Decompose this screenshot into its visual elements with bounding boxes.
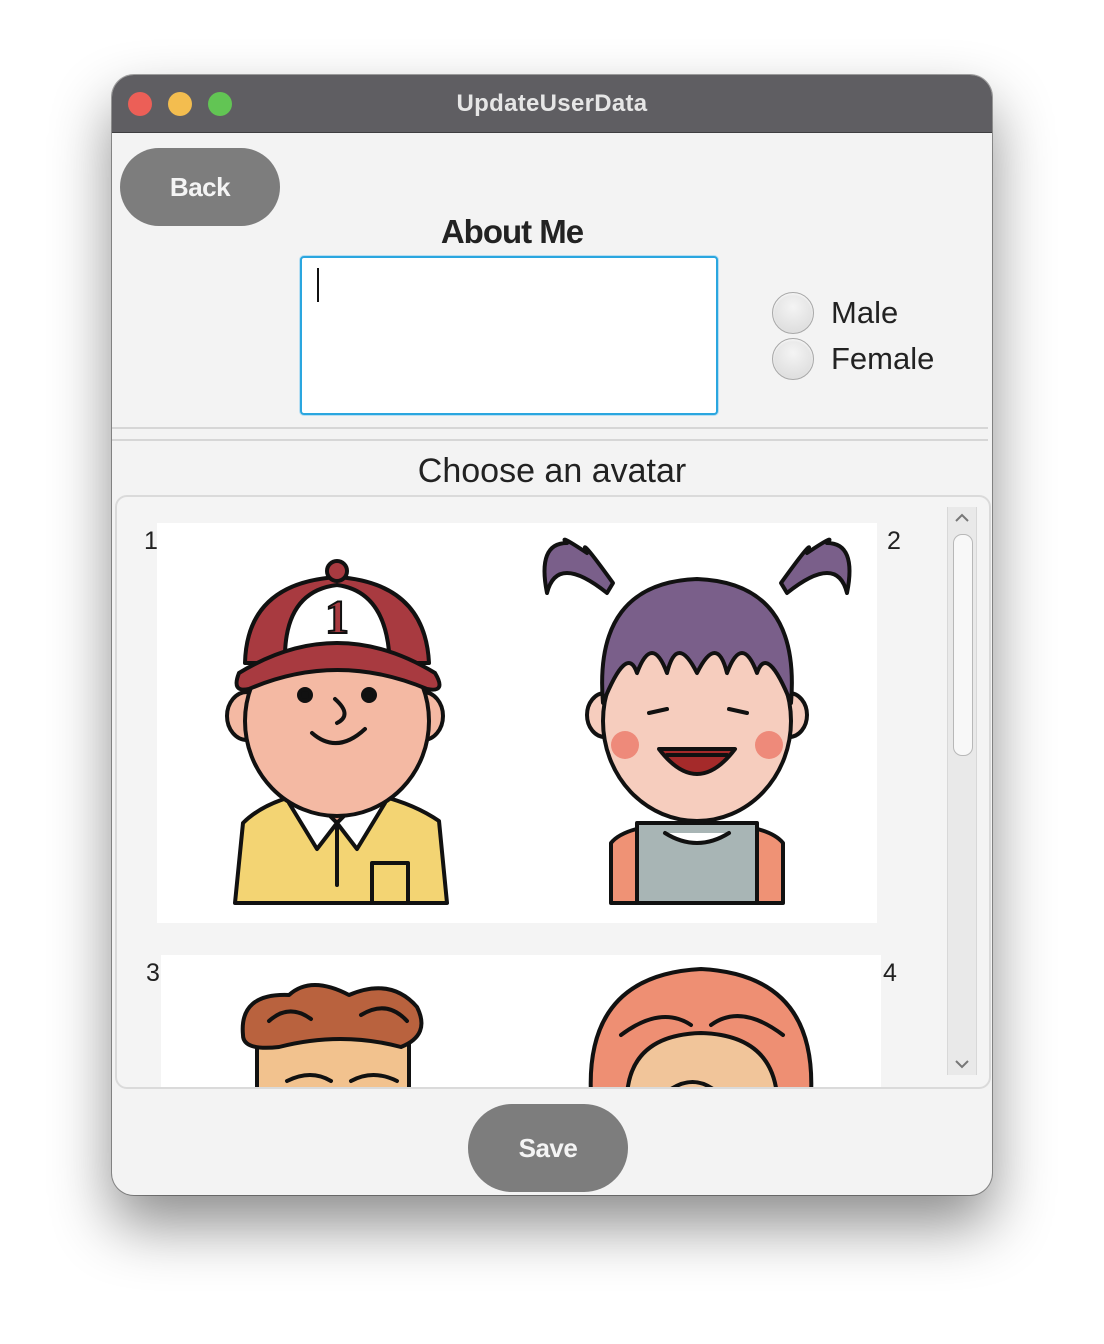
update-user-data-window: UpdateUserData Back About Me Male Female…: [112, 75, 992, 1195]
choose-avatar-heading: Choose an avatar: [417, 452, 687, 490]
scroll-up-arrow-icon[interactable]: [954, 511, 970, 525]
avatar-row-1: 1: [157, 523, 877, 923]
back-button[interactable]: Back: [120, 148, 280, 226]
avatar-girl-red-hair-image[interactable]: [521, 955, 881, 1087]
text-caret: [317, 268, 319, 302]
scroll-down-arrow-icon[interactable]: [954, 1057, 970, 1071]
avatar-row-2: [161, 955, 881, 1087]
svg-text:1: 1: [325, 591, 349, 644]
avatar-boy-cap-image[interactable]: 1: [157, 523, 517, 923]
about-me-label: About Me: [440, 213, 584, 250]
radio-male-label: Male: [831, 295, 899, 330]
avatar-boy-curly-image[interactable]: [161, 955, 521, 1087]
avatar-number-1: 1: [144, 527, 158, 555]
radio-female[interactable]: Female: [772, 338, 934, 380]
avatar-girl-pigtails-image[interactable]: [517, 523, 877, 923]
scrollbar-thumb[interactable]: [953, 534, 973, 756]
radio-female-circle[interactable]: [772, 338, 814, 380]
window-title: UpdateUserData: [456, 90, 648, 117]
avatar-number-4: 4: [883, 959, 897, 987]
avatar-list-viewport: 1 1 2 3 4: [117, 497, 947, 1087]
avatar-list[interactable]: 1 1 2 3 4: [115, 495, 991, 1089]
avatar-number-2: 2: [887, 527, 901, 555]
title-bar: UpdateUserData: [112, 75, 992, 133]
avatar-number-3: 3: [146, 959, 160, 987]
save-button[interactable]: Save: [468, 1104, 628, 1192]
radio-male-circle[interactable]: [772, 292, 814, 334]
section-divider: [112, 427, 988, 441]
about-me-textarea[interactable]: [300, 256, 718, 415]
radio-female-label: Female: [831, 341, 935, 376]
avatar-list-scrollbar[interactable]: [947, 507, 977, 1075]
radio-male[interactable]: Male: [772, 292, 898, 334]
